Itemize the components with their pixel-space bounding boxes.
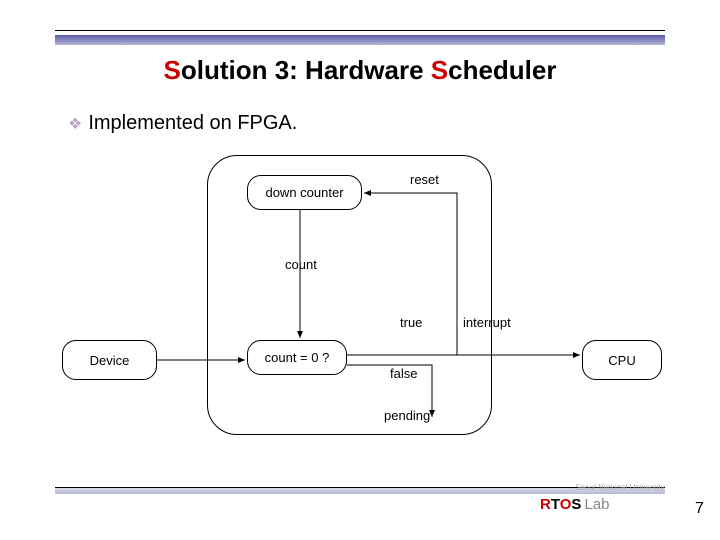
bullet-diamond-icon: ❖	[68, 116, 82, 133]
top-bar	[55, 35, 665, 45]
box-count-zero: count = 0 ?	[247, 340, 347, 375]
arrows	[62, 155, 662, 455]
rtos-logo: RTOSLab	[540, 496, 609, 513]
bullet-text: Implemented on FPGA.	[88, 112, 297, 134]
title-part2: cheduler	[448, 55, 556, 85]
top-rule	[55, 30, 665, 31]
box-down-counter: down counter	[247, 175, 362, 210]
label-count: count	[285, 257, 317, 272]
title-part1: olution 3: Hardware	[181, 55, 431, 85]
label-pending: pending	[384, 408, 430, 423]
box-device: Device	[62, 340, 157, 380]
label-interrupt: interrupt	[463, 315, 511, 330]
box-cpu: CPU	[582, 340, 662, 380]
page-number: 7	[695, 500, 704, 518]
title-s2: S	[431, 55, 448, 85]
slide-title: Solution 3: Hardware Scheduler	[0, 55, 720, 86]
diagram: down counter count = 0 ? Device CPU rese…	[62, 155, 662, 455]
university-label: Seoul National University	[575, 483, 664, 492]
label-reset: reset	[410, 172, 439, 187]
label-false: false	[390, 366, 417, 381]
title-s1: S	[164, 55, 181, 85]
bottom-bar	[55, 488, 665, 494]
label-true: true	[400, 315, 422, 330]
bullet-implemented: ❖ Implemented on FPGA.	[68, 112, 297, 135]
